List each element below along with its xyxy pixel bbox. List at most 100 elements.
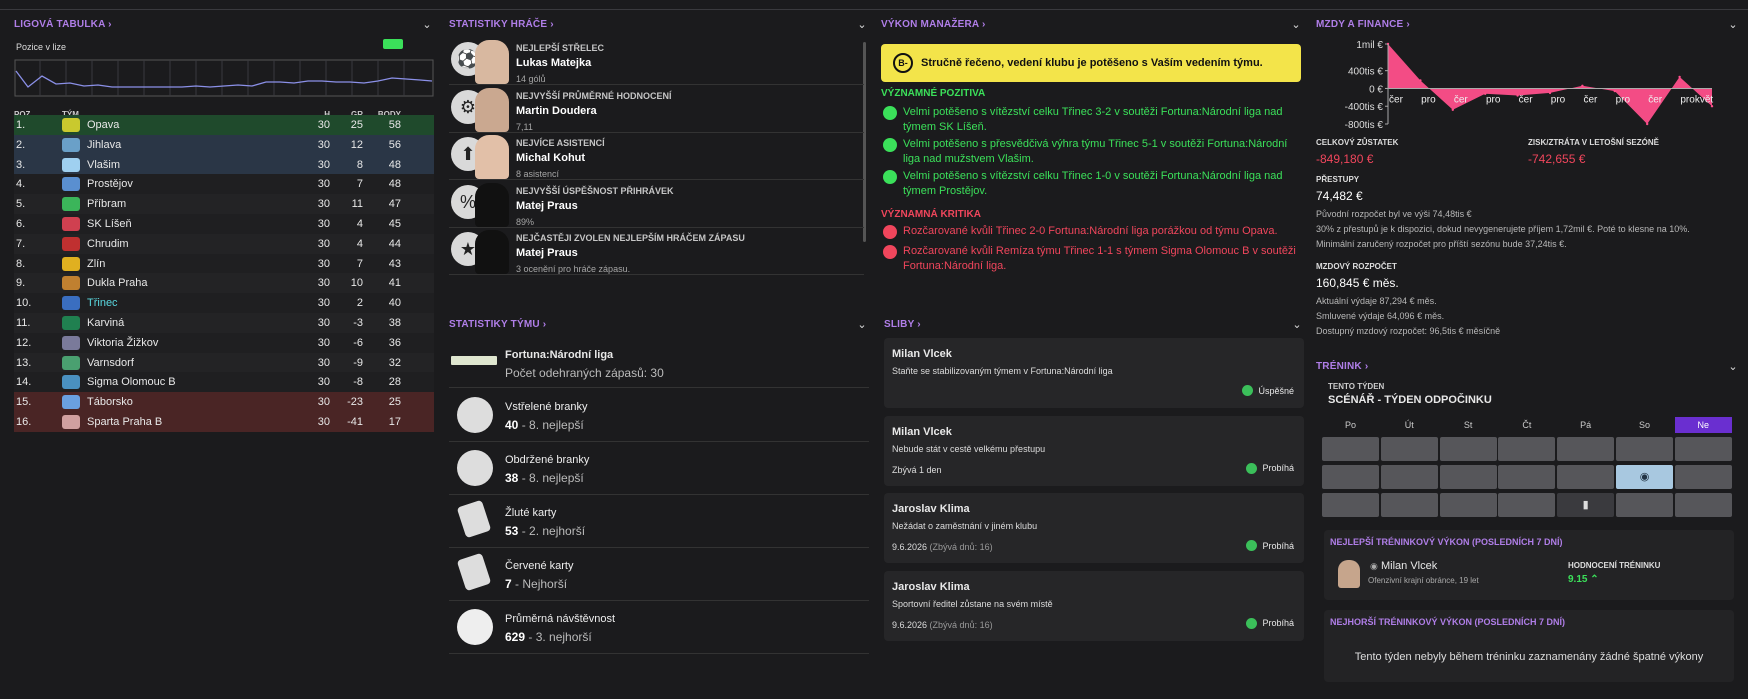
player-photo[interactable]: [475, 87, 509, 132]
player-name[interactable]: Lukas Matejka: [516, 57, 591, 69]
league-table-title[interactable]: LIGOVÁ TABULKA ›: [14, 19, 112, 30]
row-team-name[interactable]: Táborsko: [87, 396, 297, 408]
collapse-chevron-icon[interactable]: ⌄: [855, 18, 869, 31]
table-row[interactable]: 12. Viktoria Žižkov 30 -6 36: [14, 332, 434, 353]
collapse-chevron-icon[interactable]: ⌄: [420, 18, 434, 31]
player-photo[interactable]: [475, 40, 509, 84]
day-header[interactable]: Po: [1322, 417, 1379, 433]
promise-card[interactable]: Milan Vlcek Staňte se stabilizovaným týme…: [884, 338, 1304, 408]
table-row[interactable]: 2. Jihlava 30 12 56: [14, 134, 434, 155]
match-slot-icon[interactable]: ◉: [1616, 465, 1673, 489]
row-team-name[interactable]: Chrudim: [87, 238, 297, 250]
table-row[interactable]: 7. Chrudim 30 4 44: [14, 233, 434, 254]
training-session-slot[interactable]: [1439, 437, 1497, 461]
training-session-slot[interactable]: [1674, 437, 1732, 461]
promise-card[interactable]: Jaroslav Klima Nežádat o zaměstnání v jin…: [884, 493, 1304, 563]
collapse-chevron-icon[interactable]: ⌄: [1290, 318, 1304, 331]
training-session-slot[interactable]: [1616, 493, 1673, 517]
row-team-name[interactable]: Prostějov: [87, 178, 297, 190]
training-session-slot[interactable]: [1439, 465, 1497, 489]
row-team-name[interactable]: SK Líšeň: [87, 218, 297, 230]
row-team-name[interactable]: Sigma Olomouc B: [87, 376, 297, 388]
training-session-slot[interactable]: [1322, 493, 1379, 517]
row-team-name[interactable]: Sparta Praha B: [87, 416, 297, 428]
table-row[interactable]: 6. SK Líšeň 30 4 45: [14, 214, 434, 234]
row-team-name[interactable]: Dukla Praha: [87, 277, 297, 289]
promise-card[interactable]: Jaroslav Klima Sportovní ředitel zůstane …: [884, 570, 1304, 641]
training-session-slot[interactable]: [1498, 437, 1556, 461]
day-header[interactable]: So: [1616, 417, 1673, 433]
promise-person[interactable]: Milan Vlcek: [892, 426, 952, 438]
row-team-name[interactable]: Zlín: [87, 258, 297, 270]
player-name[interactable]: Matej Praus: [516, 247, 578, 259]
table-row[interactable]: 1. Opava 30 25 58: [14, 115, 434, 135]
row-team-name[interactable]: Opava: [87, 119, 297, 131]
table-row[interactable]: 14. Sigma Olomouc B 30 -8 28: [14, 372, 434, 393]
collapse-chevron-icon[interactable]: ⌄: [1726, 18, 1740, 31]
player-stat-item[interactable]: ⚽ NEJLEPŠÍ STŘELEC Lukas Matejka 14 gólů: [449, 38, 864, 85]
training-session-slot[interactable]: [1557, 465, 1615, 489]
day-header[interactable]: Ne: [1674, 417, 1732, 433]
collapse-chevron-icon[interactable]: ⌄: [1289, 18, 1303, 31]
table-row[interactable]: 3. Vlašim 30 8 48: [14, 154, 434, 175]
training-session-slot[interactable]: [1616, 437, 1673, 461]
promise-person[interactable]: Milan Vlcek: [892, 348, 952, 360]
player-stat-item[interactable]: ★ NEJČASTĚJI ZVOLEN NEJLEPŠÍM HRÁČEM ZÁPA…: [449, 228, 864, 275]
team-stats-title[interactable]: STATISTIKY TÝMU ›: [449, 319, 546, 330]
collapse-chevron-icon[interactable]: ⌄: [1726, 360, 1740, 373]
training-session-slot[interactable]: [1439, 493, 1497, 517]
promises-title[interactable]: SLIBY ›: [884, 319, 921, 330]
row-team-name[interactable]: Vlašim: [87, 159, 297, 171]
training-session-slot[interactable]: [1380, 437, 1438, 461]
row-team-name[interactable]: Příbram: [87, 198, 297, 210]
training-session-slot[interactable]: [1674, 465, 1732, 489]
training-session-slot[interactable]: [1557, 437, 1615, 461]
row-team-name[interactable]: Viktoria Žižkov: [87, 337, 297, 349]
day-header[interactable]: Čt: [1498, 417, 1555, 433]
table-row[interactable]: 13. Varnsdorf 30 -9 32: [14, 352, 434, 373]
finance-title[interactable]: MZDY A FINANCE ›: [1316, 19, 1410, 30]
table-row[interactable]: 8. Zlín 30 7 43: [14, 253, 434, 274]
best-player-name[interactable]: Milan Vlcek: [1381, 560, 1437, 572]
row-team-name[interactable]: Varnsdorf: [87, 357, 297, 369]
training-session-slot[interactable]: [1380, 493, 1438, 517]
player-stat-item[interactable]: ⚙ NEJVYŠŠÍ PRŮMĚRNÉ HODNOCENÍ Martin Doude…: [449, 86, 864, 133]
rest-slot-icon[interactable]: ▮: [1557, 493, 1615, 517]
training-session-slot[interactable]: [1498, 465, 1556, 489]
player-name[interactable]: Martin Doudera: [516, 105, 597, 117]
player-stat-item[interactable]: % NEJVYŠŠÍ ÚSPĚŠNOST PŘIHRÁVEK Matej Praus…: [449, 181, 864, 228]
player-photo[interactable]: [475, 230, 509, 274]
promise-person[interactable]: Jaroslav Klima: [892, 503, 970, 515]
day-header[interactable]: St: [1440, 417, 1497, 433]
player-stat-item[interactable]: ⬆ NEJVÍCE ASISTENCÍ Michal Kohut 8 asistenc…: [449, 133, 864, 180]
training-session-slot[interactable]: [1322, 437, 1379, 461]
training-title[interactable]: TRÉNINK ›: [1316, 361, 1368, 372]
player-stats-title[interactable]: STATISTIKY HRÁČE ›: [449, 19, 554, 30]
training-scenario[interactable]: SCÉNÁŘ - TÝDEN ODPOČINKU: [1328, 394, 1492, 406]
table-row[interactable]: 10. Třinec 30 2 40: [14, 293, 434, 314]
player-photo[interactable]: [475, 182, 509, 227]
row-team-name[interactable]: Jihlava: [87, 139, 297, 151]
table-row[interactable]: 5. Příbram 30 11 47: [14, 194, 434, 215]
promise-person[interactable]: Jaroslav Klima: [892, 581, 970, 593]
table-row[interactable]: 9. Dukla Praha 30 10 41: [14, 273, 434, 294]
day-header[interactable]: Út: [1381, 417, 1438, 433]
team-stats-league-name[interactable]: Fortuna:Národní liga: [505, 349, 613, 361]
row-team-name[interactable]: Třinec: [87, 297, 297, 309]
promise-card[interactable]: Milan Vlcek Nebude stát v cestě velkému p…: [884, 415, 1304, 486]
training-session-slot[interactable]: [1498, 493, 1556, 517]
player-photo[interactable]: [475, 135, 509, 179]
table-row[interactable]: 16. Sparta Praha B 30 -41 17: [14, 412, 434, 432]
player-avatar[interactable]: [1338, 560, 1360, 588]
manager-title[interactable]: VÝKON MANAŽERA ›: [881, 19, 986, 30]
training-session-slot[interactable]: [1380, 465, 1438, 489]
collapse-chevron-icon[interactable]: ⌄: [855, 318, 869, 331]
table-row[interactable]: 11. Karviná 30 -3 38: [14, 313, 434, 333]
training-session-slot[interactable]: [1322, 465, 1379, 489]
table-row[interactable]: 15. Táborsko 30 -23 25: [14, 392, 434, 413]
day-header[interactable]: Pá: [1557, 417, 1614, 433]
table-row[interactable]: 4. Prostějov 30 7 48: [14, 174, 434, 195]
player-name[interactable]: Matej Praus: [516, 200, 578, 212]
player-name[interactable]: Michal Kohut: [516, 152, 585, 164]
training-session-slot[interactable]: [1674, 493, 1732, 517]
